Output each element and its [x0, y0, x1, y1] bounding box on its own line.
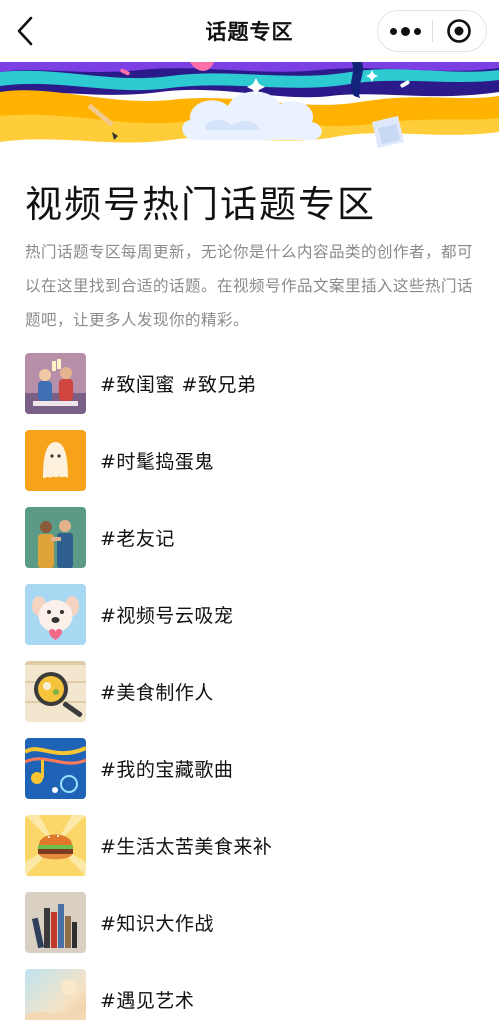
topic-item[interactable]: #知识大作战: [0, 891, 499, 968]
topic-label: #生活太苦美食来补: [100, 836, 273, 858]
topic-item[interactable]: #视频号云吸宠: [0, 583, 499, 660]
topic-item[interactable]: #遇见艺术: [0, 968, 499, 1020]
close-miniprogram-button[interactable]: [433, 11, 486, 51]
topic-thumbnail-music: [25, 738, 86, 799]
topic-label: #视频号云吸宠: [100, 605, 234, 627]
page-description: 热门话题专区每周更新，无论你是什么内容品类的创作者，都可以在这里找到合适的话题。…: [25, 243, 474, 329]
header-banner: [0, 62, 499, 162]
topic-label: #美食制作人: [100, 682, 214, 704]
banner-illustration: [0, 62, 499, 162]
topic-thumbnail-books: [25, 892, 86, 953]
topic-thumbnail-burger: [25, 815, 86, 876]
topic-thumbnail-puppy: [25, 584, 86, 645]
topic-thumbnail-ghost: [25, 430, 86, 491]
topic-item[interactable]: #致闺蜜 #致兄弟: [0, 352, 499, 429]
topic-item[interactable]: #美食制作人: [0, 660, 499, 737]
more-dots-icon: [389, 26, 421, 36]
topic-thumbnail-art: [25, 969, 86, 1020]
nav-bar: 话题专区: [0, 0, 499, 62]
topic-label: #致闺蜜 #致兄弟: [100, 374, 257, 396]
topic-label: #时髦捣蛋鬼: [100, 451, 214, 473]
topic-label: #知识大作战: [100, 913, 214, 935]
topic-label: #我的宝藏歌曲: [100, 759, 234, 781]
topic-thumbnail-friends: [25, 353, 86, 414]
topic-item[interactable]: #我的宝藏歌曲: [0, 737, 499, 814]
topic-item[interactable]: #老友记: [0, 506, 499, 583]
topic-item[interactable]: #生活太苦美食来补: [0, 814, 499, 891]
topic-item[interactable]: #时髦捣蛋鬼: [0, 429, 499, 506]
topic-list: #致闺蜜 #致兄弟 #时髦捣蛋鬼 #老友记 #视频号云吸宠 #美食制作人 #我的…: [0, 352, 499, 1020]
target-close-icon: [447, 19, 472, 43]
topic-thumbnail-food: [25, 661, 86, 722]
page-title: 视频号热门话题专区: [25, 183, 376, 226]
capsule-menu: [377, 10, 487, 52]
topic-label: #老友记: [100, 528, 175, 550]
more-button[interactable]: [378, 11, 432, 51]
topic-label: #遇见艺术: [100, 990, 195, 1012]
topic-thumbnail-old-friends: [25, 507, 86, 568]
